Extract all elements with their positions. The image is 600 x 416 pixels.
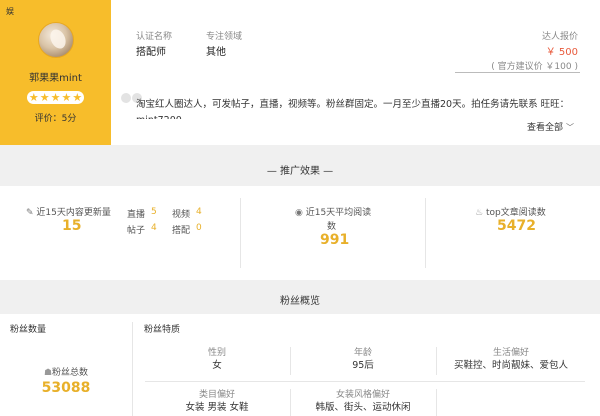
trait-age: 年龄 95后 <box>290 347 436 373</box>
divider <box>425 198 426 268</box>
fire-icon: ♨ <box>475 208 484 218</box>
trait-key: 生活偏好 <box>492 348 529 358</box>
promo-panel: ✎ 近15天内容更新量 15 直播 5 视频 4 帖子 4 搭配 0 ◉ 近15… <box>0 186 600 280</box>
cert-value: 搭配师 <box>136 47 166 58</box>
reads-value: 991 <box>320 232 350 248</box>
star-icon: ★ <box>28 91 39 104</box>
category-tag: 娱 <box>6 7 14 16</box>
view-all-link[interactable]: 查看全部 ﹀ <box>527 120 574 133</box>
divider <box>436 389 437 416</box>
cert-label: 认证名称 <box>136 32 173 42</box>
users-icon: ☗ <box>43 368 53 378</box>
trait-key: 类目偏好 <box>198 390 235 400</box>
fans-traits-heading: 粉丝特质 <box>144 325 181 335</box>
match-label: 搭配 <box>172 226 191 236</box>
fans-panel: 粉丝数量 粉丝特质 ☗粉丝总数 53088 性别 女 年龄 95后 生活偏好 买… <box>0 314 600 416</box>
divider <box>145 381 585 382</box>
view-all-label: 查看全部 <box>526 123 563 133</box>
fans-section-title: 粉丝概览 <box>280 296 320 307</box>
bio-text: 淘宝红人圈达人，可发帖子，直播，视频等。粉丝群固定。一月至少直播20天。拍任务请… <box>136 99 570 119</box>
live-label: 直播 <box>127 210 146 220</box>
field-label: 专注领域 <box>206 32 243 42</box>
price-value: ￥ 500 <box>545 47 578 58</box>
top-label: ♨ top文章阅读数 <box>475 208 546 218</box>
updates-value: 15 <box>62 218 82 234</box>
trait-key: 女装风格偏好 <box>335 390 390 400</box>
rating-text: 评价：5分 <box>34 114 77 124</box>
divider <box>455 72 580 73</box>
talent-card: 娱 郭果果mint ★ ★ ★ ★ ★ 评价：5分 <box>0 0 111 145</box>
trait-gender: 性别 女 <box>144 347 290 373</box>
promo-section-title: — 推广效果 — <box>266 166 334 177</box>
match-value: 0 <box>196 223 202 233</box>
post-label: 帖子 <box>127 226 146 236</box>
fans-total-value: 53088 <box>41 380 91 396</box>
reads-label: ◉ 近15天平均阅读 <box>295 208 372 218</box>
star-icon: ★ <box>72 91 83 104</box>
live-value: 5 <box>151 207 157 217</box>
trait-category: 类目偏好 女装 男装 女鞋 <box>144 389 290 415</box>
star-icon: ★ <box>61 91 72 104</box>
divider <box>240 198 241 268</box>
nickname: 郭果果mint <box>29 73 82 84</box>
trait-value: 女装 男装 女鞋 <box>185 402 249 413</box>
divider <box>132 322 133 416</box>
post-value: 4 <box>151 223 157 233</box>
updates-label: ✎ 近15天内容更新量 <box>26 208 111 218</box>
fans-count-heading: 粉丝数量 <box>10 325 47 335</box>
field-value: 其他 <box>206 47 226 58</box>
trait-style: 女装风格偏好 韩版、街头、运动休闲 <box>290 389 436 415</box>
star-icon: ★ <box>50 91 61 104</box>
video-value: 4 <box>196 207 202 217</box>
avatar-image <box>47 26 69 52</box>
trait-key: 年龄 <box>353 348 372 358</box>
avatar[interactable] <box>38 22 74 58</box>
reads-label-2: 数 <box>327 222 337 232</box>
chevron-down-icon: ﹀ <box>566 123 574 132</box>
price-label: 达人报价 <box>541 32 578 42</box>
star-icon: ★ <box>39 91 50 104</box>
edit-icon: ✎ <box>26 208 34 218</box>
talent-profile: 娱 郭果果mint ★ ★ ★ ★ ★ 评价：5分 认证名称 搭配师 专注领域 … <box>0 0 600 145</box>
trait-lifestyle: 生活偏好 买鞋控、时尚靓妹、爱包人 <box>436 347 586 373</box>
fans-total-label: ☗粉丝总数 <box>43 368 89 378</box>
top-value: 5472 <box>497 218 536 234</box>
trait-key: 性别 <box>207 348 226 358</box>
trait-value: 95后 <box>352 360 374 371</box>
video-label: 视频 <box>172 210 191 220</box>
price-hint: ( 官方建议价 ￥100 ) <box>491 62 578 72</box>
trait-value: 韩版、街头、运动休闲 <box>315 402 411 413</box>
star-rating: ★ ★ ★ ★ ★ <box>27 91 84 104</box>
eye-icon: ◉ <box>295 208 303 218</box>
trait-value: 女 <box>212 360 222 371</box>
trait-value: 买鞋控、时尚靓妹、爱包人 <box>453 360 568 371</box>
